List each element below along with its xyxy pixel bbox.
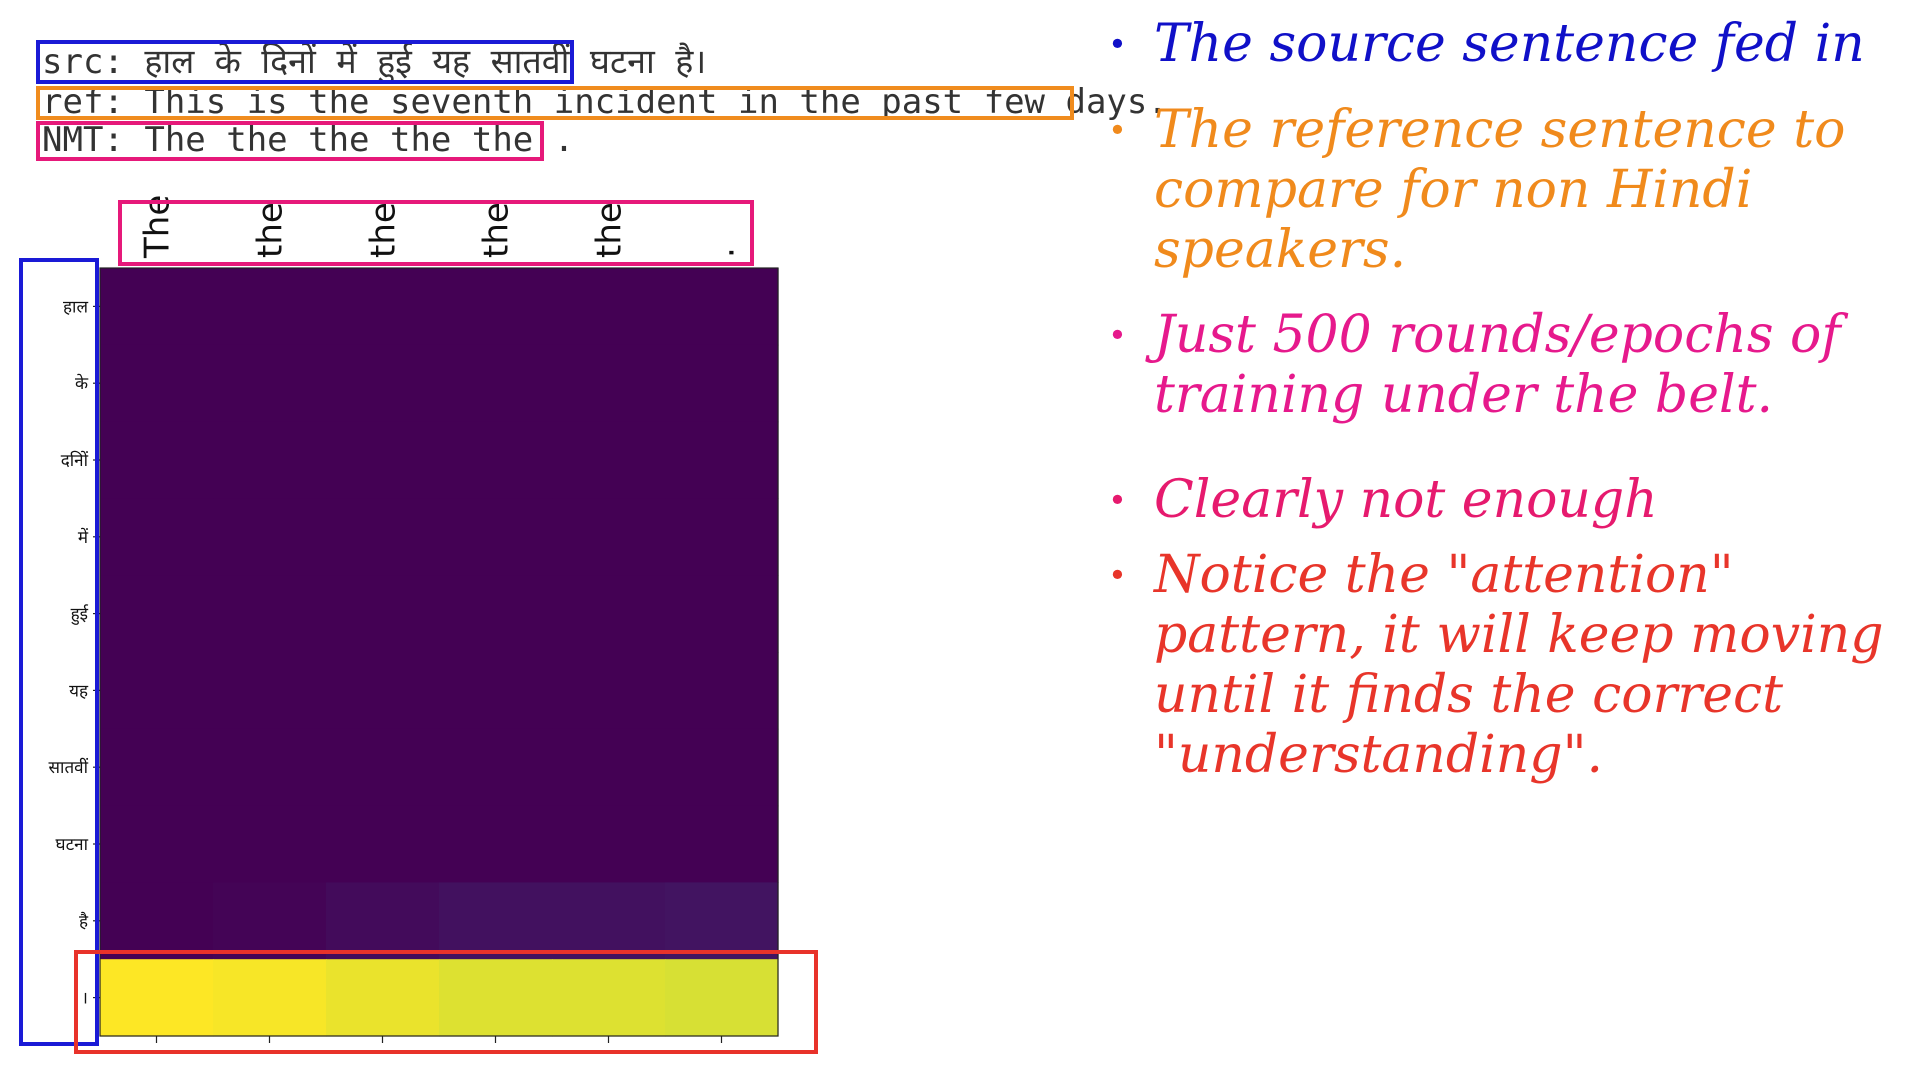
heatmap-cell <box>100 805 214 883</box>
heatmap-cell <box>439 575 553 653</box>
heatmap-cell <box>326 498 440 576</box>
heatmap-cell <box>665 575 779 653</box>
heatmap-cell <box>665 882 779 960</box>
bullet-icon: • <box>1108 316 1127 354</box>
y-tick-label: घटना <box>56 835 89 855</box>
heatmap-cell <box>665 959 779 1037</box>
heatmap-cell <box>326 421 440 499</box>
attention-heatmap: The the the the the. हाल के दनिों में हुई यह सातवी… <box>19 195 818 1054</box>
note-item: • Notice the "attention" pattern, it will… <box>1108 545 1913 785</box>
y-tick-label: हुई <box>71 604 89 626</box>
y-tick-label: हाल <box>63 297 88 317</box>
heatmap-cell <box>213 805 327 883</box>
heatmap-cell <box>213 728 327 807</box>
note-item: • Just 500 rounds/epochs of training unde… <box>1108 305 1913 425</box>
heatmap-cell <box>213 421 327 499</box>
heatmap-cell <box>552 498 666 576</box>
heatmap-cell <box>213 498 327 576</box>
heatmap-cell <box>213 575 327 653</box>
x-tick-label: the <box>251 202 291 258</box>
heatmap-cell <box>439 805 553 883</box>
x-axis-highlight-box <box>118 200 754 266</box>
heatmap-cell <box>100 498 214 576</box>
heatmap-cell <box>665 421 779 499</box>
note-text: The source sentence fed in <box>1154 14 1865 74</box>
heatmap-cell <box>326 959 440 1037</box>
heatmap-cell <box>439 728 553 807</box>
heatmap-cell <box>552 268 666 346</box>
heatmap-cell <box>326 805 440 883</box>
heatmap-cell <box>213 344 327 423</box>
heatmap-cell <box>552 652 666 730</box>
heatmap-cell <box>665 498 779 576</box>
heatmap-cell <box>100 421 214 499</box>
heatmap-cell <box>326 728 440 807</box>
note-item: • Clearly not enough <box>1108 470 1913 530</box>
heatmap-cell <box>552 421 666 499</box>
heatmap-cell <box>552 959 666 1037</box>
note-text: Just 500 rounds/epochs of training under… <box>1154 305 1841 425</box>
heatmap-cell <box>213 652 327 730</box>
y-tick-label: दनिों <box>61 450 89 471</box>
heatmap-cell <box>439 498 553 576</box>
y-tick-label: । <box>82 989 88 1009</box>
x-tick-label: . <box>703 247 743 258</box>
heatmap-cell <box>439 344 553 423</box>
note-text: Clearly not enough <box>1154 470 1658 530</box>
note-item: • The reference sentence to compare for n… <box>1108 100 1913 280</box>
y-tick-label: में <box>78 527 89 548</box>
heatmap-cell <box>326 652 440 730</box>
x-tick-label: the <box>590 202 630 258</box>
heatmap-cell <box>326 268 440 346</box>
heatmap-cell <box>665 728 779 807</box>
note-text: Notice the "attention" pattern, it will … <box>1154 545 1884 785</box>
note-item: • The source sentence fed in <box>1108 14 1913 74</box>
heatmap-cell <box>213 268 327 346</box>
heatmap-cell <box>213 959 327 1037</box>
heatmap-cell <box>665 344 779 423</box>
heatmap-cell <box>326 882 440 960</box>
heatmap-cell <box>552 575 666 653</box>
bullet-icon: • <box>1108 556 1127 594</box>
x-tick-label: the <box>477 202 517 258</box>
heatmap-cell <box>100 344 214 423</box>
heatmap-cell <box>552 805 666 883</box>
heatmap-cell <box>326 575 440 653</box>
heatmap-cell <box>100 652 214 730</box>
heatmap-cell <box>100 959 214 1037</box>
bullet-icon: • <box>1108 25 1127 63</box>
heatmap-cell <box>552 728 666 807</box>
heatmap-cell <box>439 421 553 499</box>
heatmap-cell <box>439 882 553 960</box>
heatmap-cell <box>100 268 214 346</box>
heatmap-cell <box>552 882 666 960</box>
bullet-icon: • <box>1108 481 1127 519</box>
heatmap-cell <box>665 268 779 346</box>
heatmap-cell <box>439 652 553 730</box>
y-tick-label: सातवीं <box>49 757 89 778</box>
heatmap-cell <box>213 882 327 960</box>
heatmap-cell <box>665 805 779 883</box>
x-tick-label: The <box>138 195 178 259</box>
heatmap-cell <box>552 344 666 423</box>
heatmap-cell <box>439 268 553 346</box>
heatmap-cell <box>665 652 779 730</box>
y-tick-label: है <box>79 911 89 932</box>
y-tick-label: के <box>75 373 89 394</box>
heatmap-cell <box>326 344 440 423</box>
bullet-icon: • <box>1108 111 1127 149</box>
x-tick-label: the <box>364 202 404 258</box>
heatmap-cell <box>439 959 553 1037</box>
note-text: The reference sentence to compare for no… <box>1154 100 1846 280</box>
y-tick-label: यह <box>69 681 89 701</box>
heatmap-cell <box>100 728 214 807</box>
heatmap-cell <box>100 575 214 653</box>
heatmap-cell <box>100 882 214 960</box>
